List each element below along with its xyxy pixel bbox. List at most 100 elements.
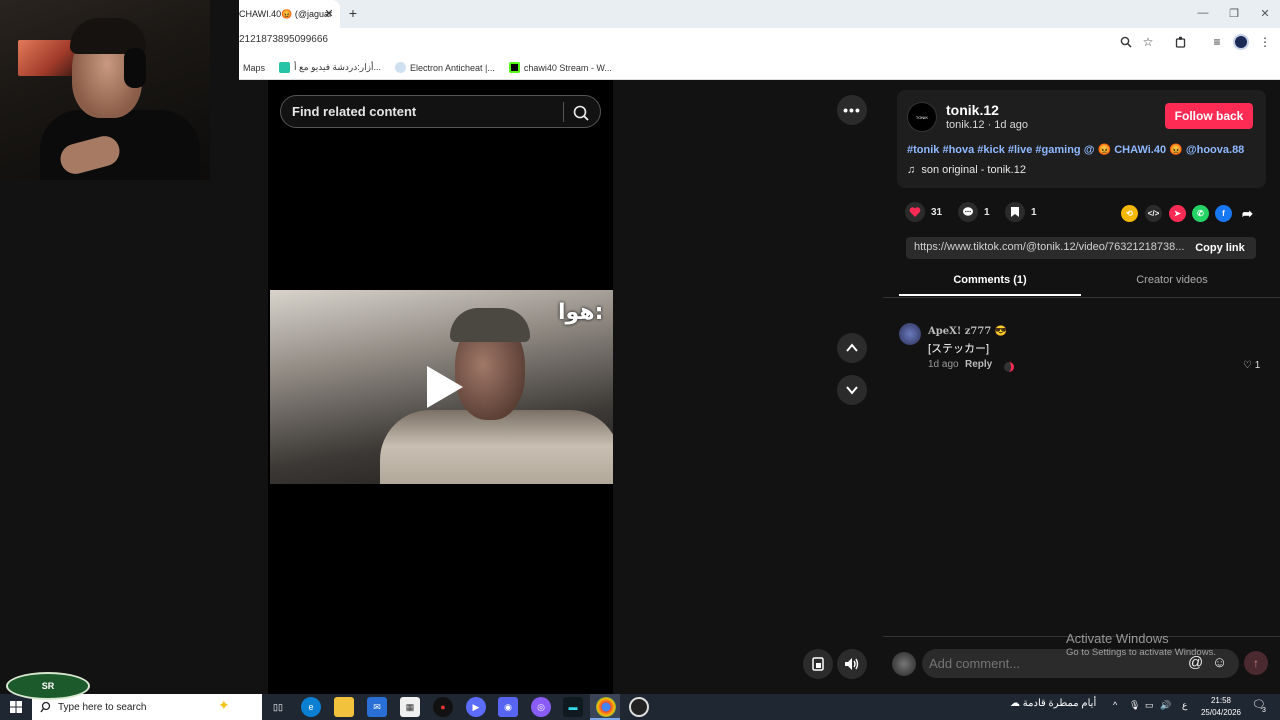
comment-options-icon[interactable] [1004,362,1014,372]
volume-button[interactable] [837,649,867,679]
copy-link-button[interactable]: Copy link [1184,237,1256,259]
minimize-button[interactable]: — [1186,4,1220,22]
speaker-icon[interactable]: 🔊 [1160,700,1171,711]
profile-avatar[interactable] [1233,34,1249,50]
floating-player-icon [812,657,824,671]
post-hashtags[interactable]: #tonik #hova #kick #live #gaming @ 😡 CHA… [907,143,1244,156]
whatsapp-icon[interactable]: ✆ [1192,205,1209,222]
bookmark-star-icon[interactable]: ☆ [1139,33,1157,51]
commenter-name[interactable]: ApeX! z777 😎 [928,326,1007,337]
media-controls-icon[interactable]: ≡ [1208,33,1226,51]
bookmark-electron[interactable]: Electron Anticheat |... [394,62,495,73]
more-options-button[interactable]: ••• [837,95,867,125]
extensions-icon[interactable] [1172,33,1190,51]
tabs-divider [883,297,1280,298]
bookmark-kick[interactable]: chawi40 Stream - W... [508,62,612,73]
follow-back-button[interactable]: Follow back [1165,103,1253,129]
video-caption: هوا: [558,300,604,325]
discord-icon[interactable]: ◉ [498,697,518,717]
heart-outline-icon: ♡ [1243,360,1252,371]
restore-button[interactable]: ❐ [1217,4,1251,22]
windows-activation-watermark: Activate Windows Go to Settings to activ… [1066,631,1216,658]
windows-logo-icon [10,701,22,713]
new-tab-button[interactable]: + [345,5,361,21]
tab-title: CHAWI.40😡 (@jaguar [239,8,333,19]
search-input[interactable]: Find related content [292,104,416,119]
play-icon[interactable] [421,364,467,410]
network-icon[interactable]: ▭ [1145,700,1154,711]
creator-username[interactable]: tonik.12 [946,102,999,118]
comment-action[interactable]: 1 [958,202,990,222]
game-app-icon[interactable]: ● [433,697,453,717]
comment-time: 1d ago [928,359,959,370]
obs-icon[interactable] [629,697,649,717]
chat-app-taskbar-icon[interactable]: ◎ [531,697,551,717]
notification-count: 3 [1262,707,1266,714]
post-sound[interactable]: ♫ son original - tonik.12 [907,164,1026,176]
bookmark-icon [1005,202,1025,222]
webcam-overlay [0,0,210,180]
save-action[interactable]: 1 [1005,202,1037,222]
creator-avatar[interactable]: TONIK [907,102,937,132]
tray-overflow-icon[interactable]: ^ [1113,700,1117,710]
clock[interactable]: 21:58 25/04/2026 [1196,695,1246,719]
left-gutter [0,180,239,694]
tab-comments[interactable]: Comments (1) [899,274,1081,296]
close-tab-icon[interactable]: ✕ [322,6,336,20]
like-count: 31 [931,206,943,218]
commenter-avatar[interactable] [899,323,921,345]
more-dots-icon: ••• [843,102,861,118]
tab-creator-videos[interactable]: Creator videos [1081,274,1263,296]
next-video-button[interactable] [837,375,867,405]
weather-text: أيام ممطرة قادمة [1022,698,1097,709]
file-explorer-icon[interactable] [334,697,354,717]
chevron-up-icon [846,343,858,352]
share-arrow-icon[interactable]: ➦ [1239,205,1256,222]
microphone-icon[interactable]: 🎙 [1129,700,1140,711]
save-count: 1 [1031,206,1037,218]
embed-icon[interactable]: </> [1145,205,1162,222]
media-app-icon[interactable]: ▶ [466,697,486,717]
search-divider [563,102,564,122]
search-icon [40,701,51,713]
store-icon[interactable]: ▦ [400,697,420,717]
comment-reply-button[interactable]: Reply [965,359,992,370]
facebook-icon[interactable]: f [1215,205,1232,222]
rain-cloud-icon: ☁ [1010,698,1020,709]
music-note-icon: ♫ [907,164,916,176]
sound-label: son original - tonik.12 [921,164,1026,176]
close-window-button[interactable]: ✕ [1248,4,1280,22]
chat-app-icon [279,62,291,73]
bookmark-maps[interactable]: Maps [243,63,265,73]
url-field[interactable]: 2121873895099666 [239,34,328,50]
capcut-icon[interactable]: ▬ [563,697,583,717]
menu-dots-icon[interactable]: ⋮ [1256,33,1274,51]
task-view-icon[interactable]: ▯▯ [268,697,288,717]
tab-strip [239,0,1280,28]
repost-icon[interactable]: ⟲ [1121,205,1138,222]
zoom-icon[interactable] [1117,33,1135,51]
volume-icon [845,658,859,670]
clock-time: 21:58 [1210,696,1232,705]
input-language[interactable]: ع [1182,700,1187,711]
watermark-title: Activate Windows [1066,631,1169,646]
chrome-icon[interactable] [596,697,616,717]
search-icon[interactable] [570,102,592,124]
like-action[interactable]: 31 [905,202,942,222]
heart-icon [905,202,925,222]
edge-icon[interactable]: e [301,697,321,717]
previous-video-button[interactable] [837,333,867,363]
arrow-up-icon: ↑ [1253,656,1259,670]
post-comment-button[interactable]: ↑ [1244,651,1268,675]
bookmark-chat[interactable]: أزار:دردشة فيديو مع أ... [279,62,381,73]
pip-button[interactable] [803,649,833,679]
bookmarks-bar: Maps أزار:دردشة فيديو مع أ... Electron A… [239,56,1280,80]
search-box[interactable]: Find related content [280,95,601,128]
weather-widget[interactable]: ☁ أيام ممطرة قادمة [1010,698,1096,709]
comment-like[interactable]: ♡ 1 [1243,360,1260,371]
video-link-field[interactable]: https://www.tiktok.com/@tonik.12/video/7… [906,237,1184,259]
send-to-friends-icon[interactable]: ➤ [1169,205,1186,222]
clock-date: 25/04/2026 [1200,708,1242,717]
kick-icon [508,62,520,73]
mail-icon[interactable]: ✉ [367,697,387,717]
